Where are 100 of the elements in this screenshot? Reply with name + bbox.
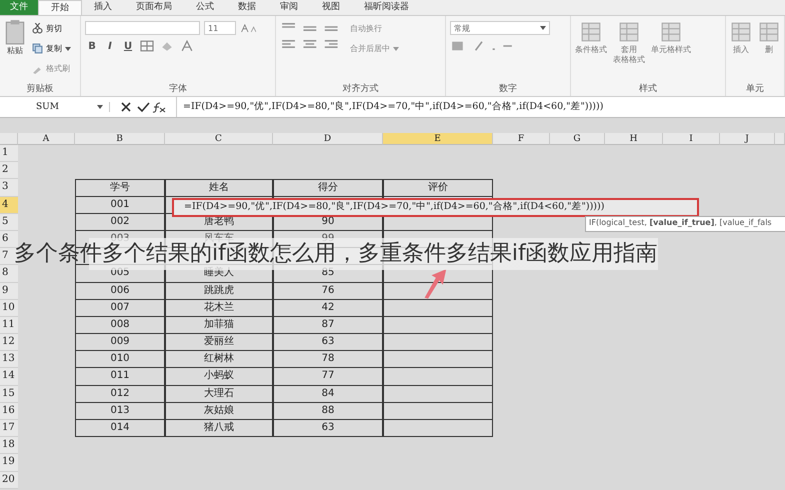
column-header[interactable] — [775, 133, 785, 145]
group-label: 样式 — [638, 83, 658, 96]
row-header[interactable]: 9 — [0, 282, 18, 300]
in-cell-formula-editor[interactable]: =IF(D4>=90,"优",IF(D4>=80,"良",IF(D4>=70,"中",if(D4>=60,"合格",if(D4<60,"差"))))) — [172, 198, 699, 217]
table-cell: 001 — [75, 196, 165, 214]
row-header[interactable]: 6 — [0, 230, 18, 248]
table-cell: 77 — [273, 368, 383, 386]
table-cell: 红树林 — [165, 351, 273, 368]
ribbon-button[interactable]: 套用 表格格式 — [613, 19, 645, 83]
ribbon-tab[interactable]: 插入 — [82, 0, 124, 15]
ribbon-button[interactable]: 条件格式 — [575, 19, 607, 83]
table-cell: 78 — [273, 351, 383, 368]
font-name-field[interactable] — [85, 21, 200, 35]
group-label: 剪贴板 — [26, 83, 54, 96]
table-cell: 010 — [75, 351, 165, 368]
copy-icon — [32, 43, 43, 54]
ribbon-tab[interactable]: 福昕阅读器 — [352, 0, 421, 15]
format-button[interactable]: B — [85, 40, 99, 52]
table-cell: 012 — [75, 386, 165, 403]
ribbon-tab[interactable]: 开始 — [38, 0, 82, 15]
table-cell: 84 — [273, 386, 383, 403]
row-header[interactable]: 13 — [0, 351, 18, 368]
column-header[interactable]: H — [605, 133, 663, 145]
row-header[interactable]: 18 — [0, 437, 18, 454]
column-header[interactable]: A — [18, 133, 75, 145]
column-header[interactable]: E — [383, 133, 493, 145]
ribbon-tab[interactable]: 文件 — [0, 0, 38, 15]
font-color-icon[interactable] — [179, 40, 195, 52]
caret-icon — [540, 26, 546, 30]
table-cell: 008 — [75, 316, 165, 334]
row-header[interactable]: 2 — [0, 162, 18, 180]
table-cell: 花木兰 — [165, 300, 273, 317]
column-header[interactable]: G — [550, 133, 605, 145]
row-header[interactable]: 5 — [0, 214, 18, 231]
table-cell: 63 — [273, 334, 383, 352]
column-header[interactable]: C — [165, 133, 273, 145]
row-header[interactable]: 3 — [0, 179, 18, 197]
table-cell: 76 — [273, 282, 383, 300]
row-header[interactable]: 11 — [0, 316, 18, 334]
function-tooltip: IF(logical_test, [value_if_true], [value_if_fals — [585, 216, 785, 232]
caret-icon — [65, 46, 71, 50]
ribbon-tab[interactable]: 页面布局 — [124, 0, 184, 15]
table-cell: 014 — [75, 420, 165, 438]
row-header[interactable]: 8 — [0, 265, 18, 282]
table-cell: 跳跳虎 — [165, 282, 273, 300]
font-grow-icon[interactable] — [240, 22, 256, 34]
column-header[interactable]: J — [720, 133, 775, 145]
row-header[interactable]: 20 — [0, 472, 18, 489]
ribbon-button[interactable]: 单元格样式 — [651, 19, 691, 83]
ribbon-button[interactable]: 删 — [758, 19, 780, 83]
ribbon-button[interactable]: 插入 — [730, 19, 752, 83]
table-cell: 灰姑娘 — [165, 402, 273, 420]
cut-button[interactable]: 剪切 — [32, 21, 71, 36]
format-button[interactable]: U — [121, 40, 135, 52]
copy-button[interactable]: 复制 — [32, 41, 71, 56]
name-box[interactable]: SUM — [0, 102, 110, 112]
group-label: 对齐方式 — [342, 83, 380, 96]
row-header[interactable]: 1 — [0, 145, 18, 162]
format-button[interactable]: I — [103, 40, 117, 52]
column-header[interactable]: D — [273, 133, 383, 145]
table-cell: 加菲猫 — [165, 316, 273, 334]
column-header[interactable]: I — [663, 133, 720, 145]
row-header[interactable]: 17 — [0, 420, 18, 438]
table-cell: 013 — [75, 402, 165, 420]
row-header[interactable]: 15 — [0, 386, 18, 403]
column-header[interactable]: F — [493, 133, 550, 145]
paste-button[interactable]: 粘贴 — [4, 19, 26, 83]
clipboard-icon — [4, 19, 26, 45]
ribbon-tab[interactable]: 数据 — [226, 0, 268, 15]
table-cell: 学号 — [75, 179, 165, 197]
formula-field[interactable]: =IF(D4>=90,"优",IF(D4>=80,"良",IF(D4>=70,"中",if(D4>=60,"合格",if(D4<60,"差"))))) — [176, 97, 604, 117]
row-header[interactable]: 10 — [0, 300, 18, 317]
column-header[interactable]: B — [75, 133, 165, 145]
row-header[interactable]: 19 — [0, 454, 18, 472]
border-icon[interactable] — [139, 40, 155, 52]
group-label: 单元 — [745, 83, 765, 96]
scissors-icon — [32, 23, 43, 34]
arrow-icon — [422, 267, 448, 299]
number-format-field[interactable]: 常规 — [450, 21, 550, 35]
caret-icon — [97, 105, 103, 109]
row-header[interactable]: 4 — [0, 196, 18, 214]
table-cell: 小蚂蚁 — [165, 368, 273, 386]
table-cell: 88 — [273, 402, 383, 420]
number-format-icons[interactable] — [450, 40, 514, 52]
table-cell: 63 — [273, 420, 383, 438]
table-cell: 得分 — [273, 179, 383, 197]
ribbon-tab[interactable]: 公式 — [184, 0, 226, 15]
row-header[interactable]: 12 — [0, 334, 18, 352]
select-all-corner[interactable] — [0, 133, 18, 145]
table-cell: 006 — [75, 282, 165, 300]
ribbon-tab[interactable]: 视图 — [310, 0, 352, 15]
group-label: 字体 — [168, 83, 188, 96]
ribbon-tab[interactable]: 审阅 — [268, 0, 310, 15]
group-label: 数字 — [498, 83, 518, 96]
table-cell: 009 — [75, 334, 165, 352]
row-header[interactable]: 14 — [0, 368, 18, 386]
table-cell: 42 — [273, 300, 383, 317]
row-header[interactable]: 16 — [0, 402, 18, 420]
font-size-field[interactable]: 11 — [204, 21, 236, 35]
table-cell: 87 — [273, 316, 383, 334]
